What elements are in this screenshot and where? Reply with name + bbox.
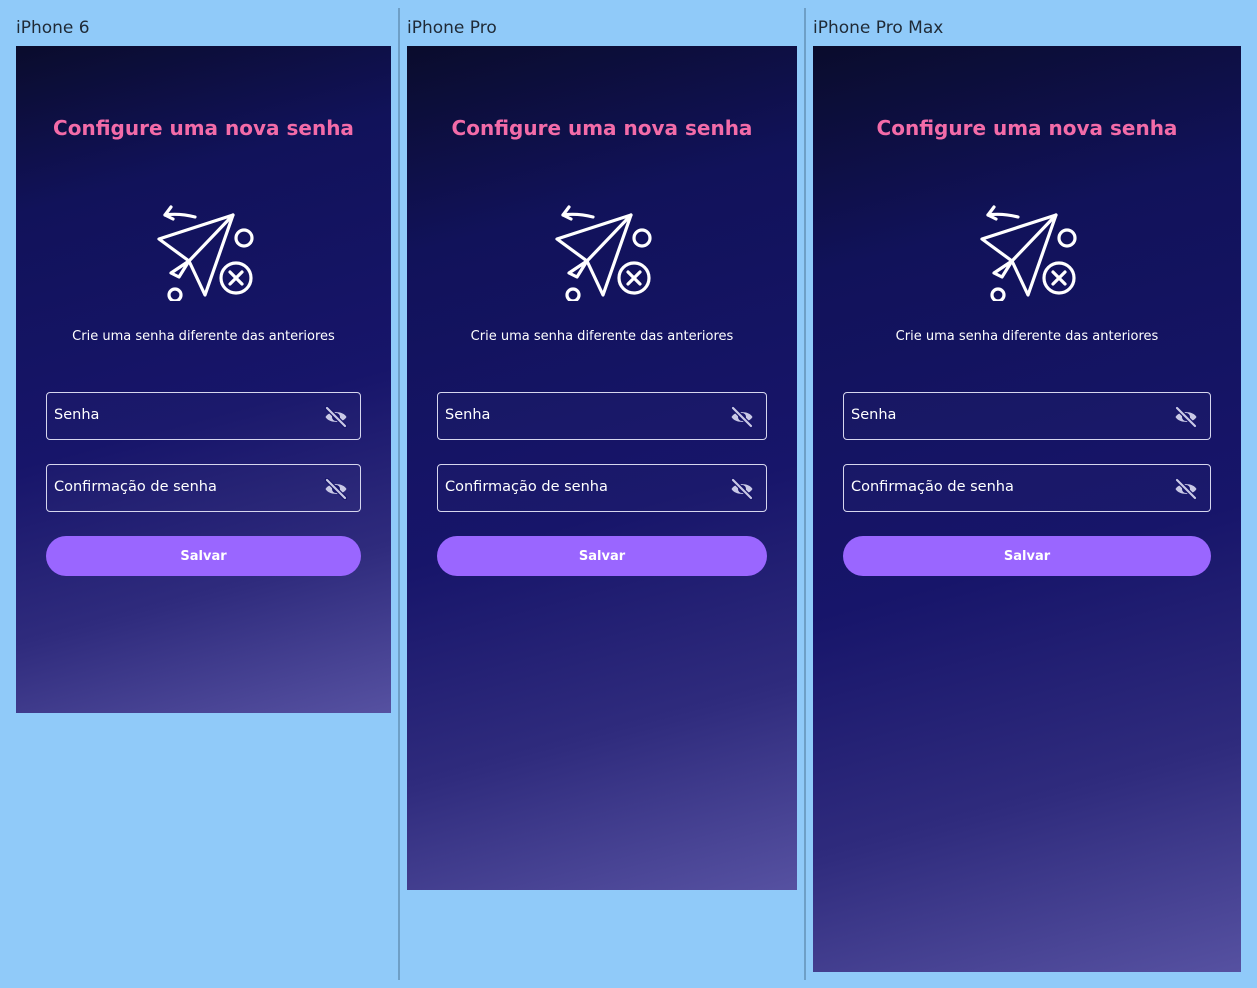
paper-plane-cancel-icon — [555, 205, 652, 301]
page-title: Configure uma nova senha — [53, 116, 354, 140]
eye-off-icon[interactable] — [730, 406, 754, 428]
subtitle: Crie uma senha diferente das anteriores — [470, 329, 734, 344]
eye-off-icon[interactable] — [324, 478, 348, 500]
confirm-password-field[interactable]: Confirmação de senha — [843, 464, 1211, 512]
eye-off-icon[interactable] — [324, 406, 348, 428]
paper-plane-cancel-icon — [156, 205, 254, 301]
device-frame-iphone-6: iPhone 6 Configure uma nova senha Crie u… — [16, 18, 391, 713]
password-field-label: Senha — [54, 407, 100, 423]
password-field[interactable]: Senha — [843, 392, 1211, 440]
page-title: Configure uma nova senha — [876, 116, 1178, 140]
page-title: Configure uma nova senha — [451, 116, 753, 140]
frame-divider — [398, 8, 400, 980]
eye-off-icon[interactable] — [1174, 478, 1198, 500]
password-field[interactable]: Senha — [437, 392, 767, 440]
confirm-password-field[interactable]: Confirmação de senha — [46, 464, 361, 512]
frame-title: iPhone Pro — [407, 18, 497, 38]
subtitle: Crie uma senha diferente das anteriores — [72, 329, 335, 344]
save-button[interactable]: Salvar — [437, 536, 767, 576]
new-password-screen: Configure uma nova senha Crie uma senha … — [407, 46, 797, 890]
password-field[interactable]: Senha — [46, 392, 361, 440]
new-password-screen: Configure uma nova senha Crie uma senha … — [16, 46, 391, 713]
confirm-password-field-label: Confirmação de senha — [54, 479, 217, 495]
save-button[interactable]: Salvar — [46, 536, 361, 576]
design-board: iPhone 6 Configure uma nova senha Crie u… — [0, 0, 1257, 988]
password-field-label: Senha — [851, 407, 897, 423]
new-password-screen: Configure uma nova senha Crie uma senha … — [813, 46, 1241, 972]
confirm-password-field-label: Confirmação de senha — [851, 479, 1014, 495]
save-button[interactable]: Salvar — [843, 536, 1211, 576]
frame-title: iPhone Pro Max — [813, 18, 944, 38]
password-field-label: Senha — [445, 407, 491, 423]
device-frame-iphone-pro-max: iPhone Pro Max Configure uma nova senha … — [813, 18, 1241, 972]
frame-divider — [804, 8, 806, 980]
eye-off-icon[interactable] — [730, 478, 754, 500]
eye-off-icon[interactable] — [1174, 406, 1198, 428]
paper-plane-cancel-icon — [980, 205, 1077, 301]
subtitle: Crie uma senha diferente das anteriores — [895, 329, 1159, 344]
confirm-password-field-label: Confirmação de senha — [445, 479, 608, 495]
frame-title: iPhone 6 — [16, 18, 90, 38]
confirm-password-field[interactable]: Confirmação de senha — [437, 464, 767, 512]
device-frame-iphone-pro: iPhone Pro Configure uma nova senha Crie… — [407, 18, 797, 890]
